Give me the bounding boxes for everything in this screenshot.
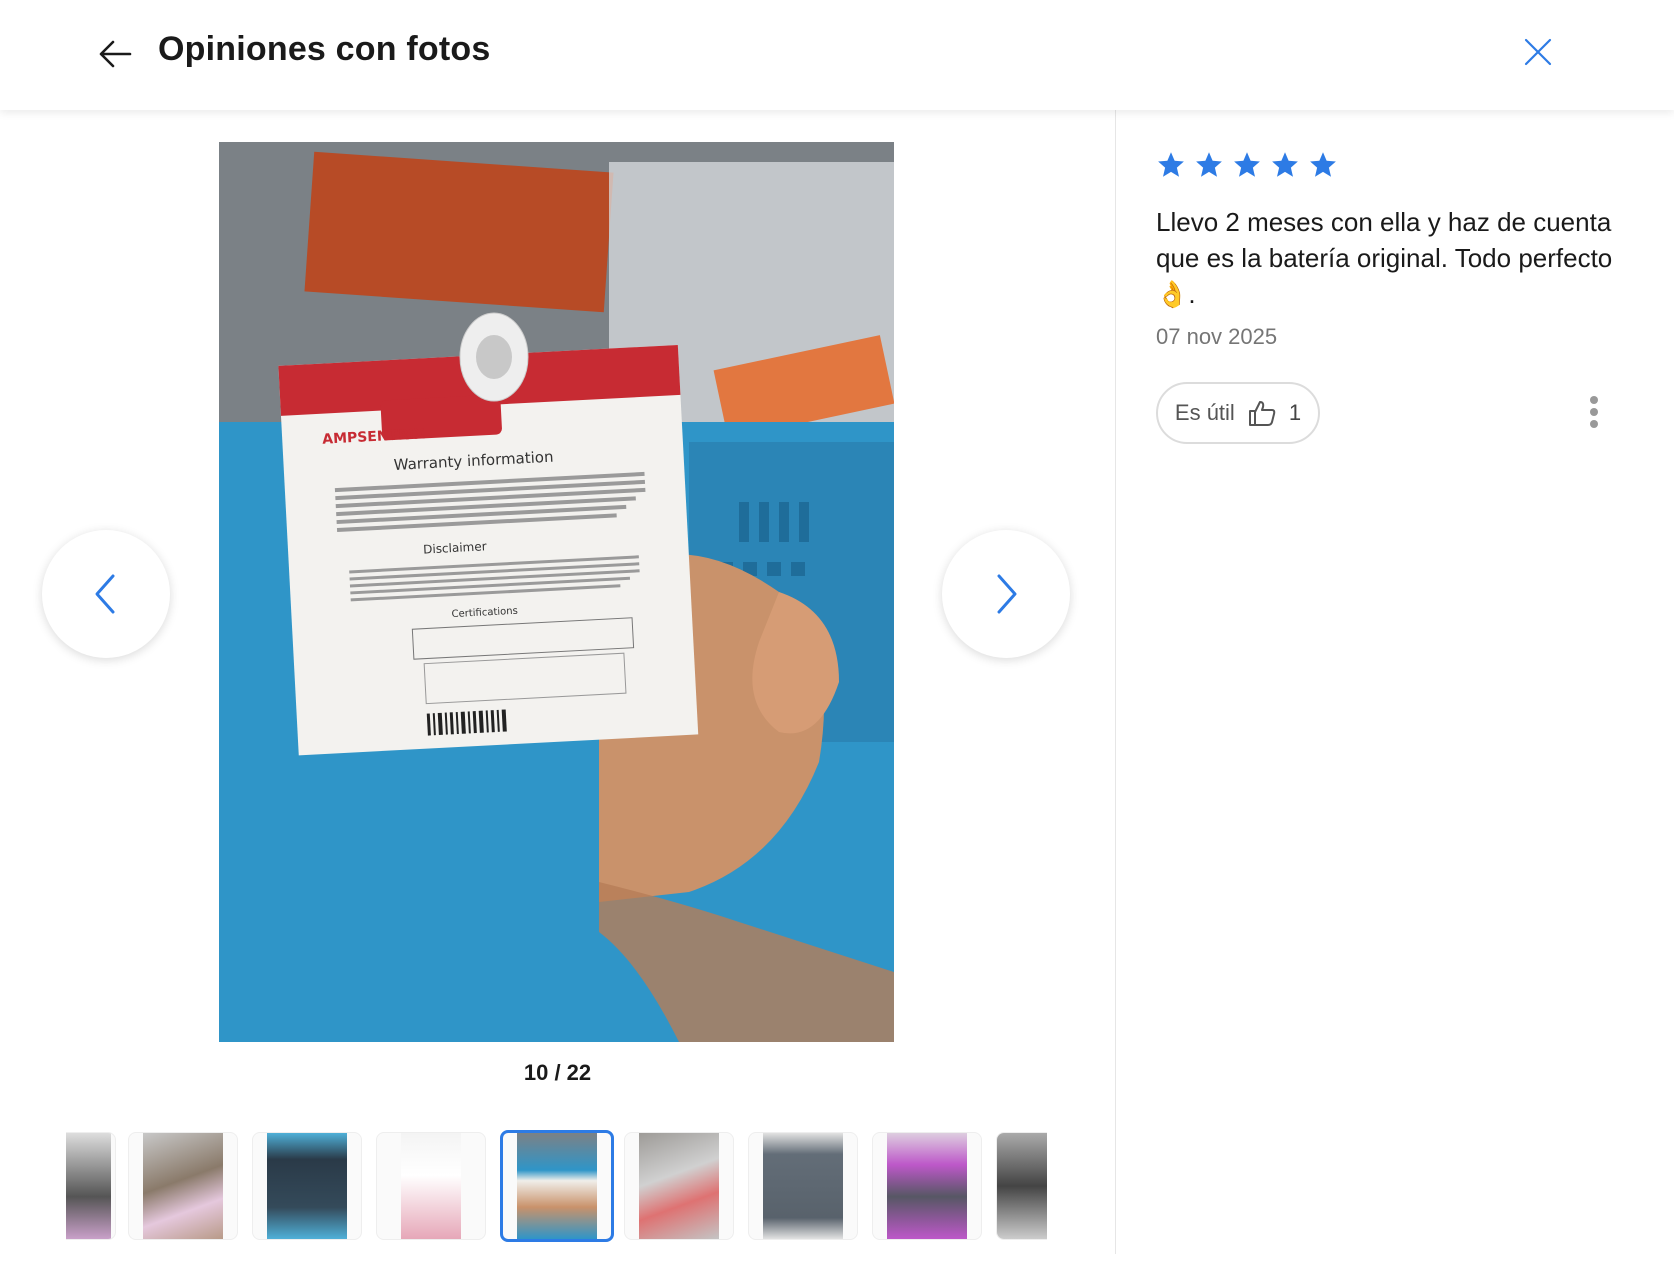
chevron-left-icon bbox=[95, 574, 115, 614]
star-icon bbox=[1196, 152, 1222, 177]
thumbnail-item[interactable] bbox=[376, 1132, 486, 1240]
photo-gallery: AMPSENTRIX Warranty information Disclaim… bbox=[0, 110, 1115, 1264]
review-photo-image: AMPSENTRIX Warranty information Disclaim… bbox=[219, 142, 894, 1042]
page-title: Opiniones con fotos bbox=[158, 30, 491, 68]
star-icon bbox=[1234, 152, 1260, 177]
review-date: 07 nov 2025 bbox=[1156, 324, 1278, 349]
useful-label: Es útil bbox=[1174, 400, 1235, 425]
thumbnail-item[interactable] bbox=[624, 1132, 734, 1240]
thumbnail-item[interactable] bbox=[252, 1132, 362, 1240]
next-photo-button[interactable] bbox=[942, 530, 1070, 658]
useful-button[interactable]: Es útil 1 bbox=[1156, 382, 1320, 444]
thumbnail-item[interactable] bbox=[748, 1132, 858, 1240]
close-icon bbox=[1524, 38, 1552, 66]
thumbnail-item[interactable] bbox=[996, 1132, 1047, 1240]
thumbs-up-icon bbox=[1248, 401, 1276, 426]
review-text: Llevo 2 meses con ella y haz de cuenta q… bbox=[1156, 207, 1613, 309]
more-vertical-icon bbox=[1588, 396, 1600, 428]
thumbnail-item-active[interactable] bbox=[500, 1130, 614, 1242]
star-icon bbox=[1272, 152, 1298, 177]
arrow-left-icon bbox=[99, 40, 132, 68]
star-icon bbox=[1158, 152, 1184, 177]
thumbnail-item[interactable] bbox=[872, 1132, 982, 1240]
review-panel: Llevo 2 meses con ella y haz de cuenta q… bbox=[1156, 150, 1626, 444]
more-options-button[interactable] bbox=[1588, 396, 1600, 432]
header-bar: Opiniones con fotos bbox=[0, 0, 1674, 110]
thumbnail-item[interactable] bbox=[128, 1132, 238, 1240]
thumbnail-item[interactable] bbox=[66, 1132, 116, 1240]
chevron-right-icon bbox=[997, 574, 1017, 614]
previous-photo-button[interactable] bbox=[42, 530, 170, 658]
star-icon bbox=[1310, 152, 1336, 177]
close-button[interactable] bbox=[1522, 36, 1554, 68]
thumbnail-strip bbox=[66, 1130, 1047, 1242]
main-photo: AMPSENTRIX Warranty information Disclaim… bbox=[219, 142, 894, 1042]
back-button[interactable] bbox=[96, 34, 136, 74]
star-rating bbox=[1156, 150, 1626, 180]
photo-counter: 10 / 22 bbox=[523, 1060, 592, 1085]
useful-count: 1 bbox=[1288, 400, 1302, 425]
panel-divider bbox=[1115, 110, 1116, 1254]
